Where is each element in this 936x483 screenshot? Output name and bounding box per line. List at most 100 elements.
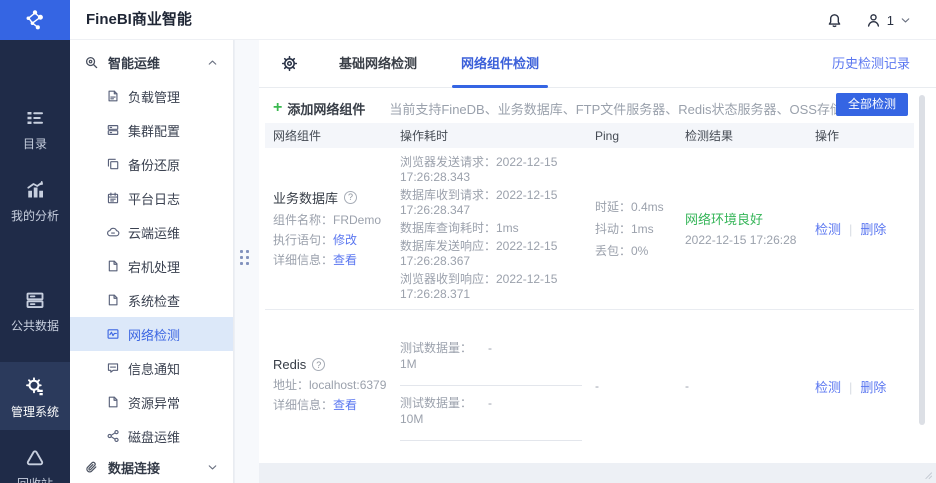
rail-item-directory[interactable]: 目录 (0, 102, 70, 154)
view-details-link[interactable]: 查看 (333, 398, 357, 412)
splitter-drag-handle[interactable] (240, 250, 249, 265)
table-header-row: 网络组件 操作耗时 Ping 检测结果 操作 (265, 123, 914, 148)
col-header-operation-time: 操作耗时 (400, 129, 449, 143)
test-subrow: 测试数据量：10M - (400, 386, 582, 441)
component-name: 业务数据库 (273, 190, 339, 206)
ping-jitter: 抖动：1ms (595, 221, 654, 236)
rail-item-recycle-bin[interactable]: 回收站 (0, 442, 70, 483)
sidebar-group-data-connection[interactable]: 数据连接 (70, 451, 233, 483)
test-value: - (488, 341, 492, 355)
timing-entry: 数据库查询耗时：1ms (400, 221, 519, 235)
operation-time-cell: 浏览器发送请求：2022-12-15 17:26:28.343 数据库收到请求：… (392, 152, 587, 305)
rail-item-admin-system[interactable]: 管理系统 (0, 362, 70, 430)
sidebar-item-backup-restore[interactable]: 备份还原 (70, 147, 233, 181)
result-empty: - (685, 379, 689, 393)
cloud-ops-icon (106, 225, 120, 239)
col-header-actions: 操作 (815, 129, 840, 143)
col-header-ping: Ping (595, 128, 620, 143)
sidebar-group-ops[interactable]: 智能运维 (70, 46, 233, 78)
separator: | (849, 379, 853, 395)
public-data-icon (25, 290, 45, 310)
recycle-bin-icon (25, 448, 45, 468)
status-good: 网络环境良好 (685, 211, 764, 227)
resize-corner-handle[interactable] (921, 468, 934, 481)
delete-link[interactable]: 删除 (860, 222, 886, 237)
sidebar-item-cluster-config[interactable]: 集群配置 (70, 113, 233, 147)
help-icon[interactable]: ? (344, 190, 358, 204)
help-icon[interactable]: ? (312, 358, 326, 371)
panel-toolbar: + 添加网络组件 当前支持FineDB、业务数据库、FTP文件服务器、Redis… (273, 94, 882, 122)
timing-entry: 数据库发送响应：2022-12-15 17:26:28.367 (400, 239, 558, 268)
sidebar-item-network-detection[interactable]: 网络检测 (70, 317, 233, 351)
tab-basic-network-detection[interactable]: 基础网络检测 (325, 40, 431, 88)
test-value: - (488, 396, 492, 410)
plus-icon: + (273, 99, 283, 116)
bell-icon[interactable] (826, 12, 843, 29)
check-link[interactable]: 检测 (815, 222, 841, 237)
resource-abnormal-icon (106, 395, 120, 409)
sidebar-item-platform-log[interactable]: 平台日志 (70, 181, 233, 215)
user-badge: 1 (886, 12, 894, 28)
redis-address: localhost:6379 (309, 378, 387, 392)
tab-network-component-detection[interactable]: 网络组件检测 (447, 40, 553, 88)
app-title: FineBI商业智能 (86, 11, 192, 28)
finebi-app: FineBI商业智能 1 目录 我的分析 公共数据 管理系统 智能运维 负载管理… (0, 0, 936, 483)
col-header-component: 网络组件 (273, 129, 322, 143)
delete-link[interactable]: 删除 (860, 380, 886, 395)
table-row-redis: Redis ? 地址：localhost:6379 详细信息：查看 测试数据量：… (265, 310, 914, 462)
disk-ops-icon (106, 429, 120, 443)
sidebar-item-disk-ops[interactable]: 磁盘运维 (70, 419, 233, 453)
network-logo-icon (22, 7, 48, 33)
operation-time-cell: 测试数据量：1M - 测试数据量：10M - (392, 331, 587, 441)
timing-entry: 浏览器发送请求：2022-12-15 17:26:28.343 (400, 155, 558, 184)
sidebar-item-resource-abnormal[interactable]: 资源异常 (70, 385, 233, 419)
check-all-button[interactable]: 全部检测 (835, 93, 908, 116)
sidebar-item-downtime-handling[interactable]: 宕机处理 (70, 249, 233, 283)
history-records-link[interactable]: 历史检测记录 (832, 40, 910, 88)
ping-cell: 时延：0.4ms 抖动：1ms 丢包：0% (587, 196, 677, 262)
ping-empty: - (595, 379, 599, 393)
rail-item-public-data[interactable]: 公共数据 (0, 284, 70, 336)
top-header: FineBI商业智能 1 (0, 0, 936, 40)
chevron-down-icon (899, 14, 912, 27)
sidebar-splitter (235, 40, 259, 483)
backup-restore-icon (106, 157, 120, 171)
chevron-up-icon (206, 56, 219, 69)
view-details-link[interactable]: 查看 (333, 253, 357, 267)
admin-gear-icon (25, 376, 45, 396)
test-label: 测试数据量：10M (400, 396, 473, 426)
sidebar-item-load-management[interactable]: 负载管理 (70, 79, 233, 113)
component-cell: 业务数据库 ? 组件名称：FRDemo 执行语句：修改 详细信息：查看 (265, 188, 392, 270)
tabs: 基础网络检测 网络组件检测 (325, 40, 553, 88)
test-subrow: 测试数据量：1M - (400, 331, 582, 386)
directory-icon (25, 108, 45, 128)
downtime-file-icon (106, 259, 120, 273)
component-name: Redis (273, 357, 307, 372)
user-icon (865, 12, 882, 29)
add-network-component-button[interactable]: + 添加网络组件 (273, 99, 365, 118)
system-check-icon (106, 293, 120, 307)
edit-sql-link[interactable]: 修改 (333, 233, 357, 247)
settings-gear-icon[interactable] (281, 55, 298, 72)
sidebar-item-message-notice[interactable]: 信息通知 (70, 351, 233, 385)
finebi-logo[interactable] (0, 0, 70, 40)
sidebar-item-system-check[interactable]: 系统检查 (70, 283, 233, 317)
result-cell: - (677, 379, 807, 393)
table-row-business-database: 业务数据库 ? 组件名称：FRDemo 执行语句：修改 详细信息：查看 浏览器发… (265, 148, 914, 310)
cluster-config-icon (106, 123, 120, 137)
ping-cell: - (587, 379, 677, 393)
ping-loss: 丢包：0% (595, 243, 649, 258)
rail-item-my-analysis[interactable]: 我的分析 (0, 174, 70, 226)
actions-cell: 检测 | 删除 (807, 377, 914, 396)
ops-icon (84, 55, 99, 70)
network-detection-icon (106, 327, 120, 341)
user-menu[interactable]: 1 (865, 12, 912, 29)
sidebar-item-cloud-ops[interactable]: 云端运维 (70, 215, 233, 249)
header-actions: 1 (826, 0, 912, 40)
paperclip-icon (84, 460, 99, 475)
load-management-icon (106, 89, 120, 103)
timing-entry: 数据库收到请求：2022-12-15 17:26:28.347 (400, 188, 558, 217)
vertical-scrollbar[interactable] (919, 95, 925, 425)
platform-log-icon (106, 191, 120, 205)
check-link[interactable]: 检测 (815, 380, 841, 395)
